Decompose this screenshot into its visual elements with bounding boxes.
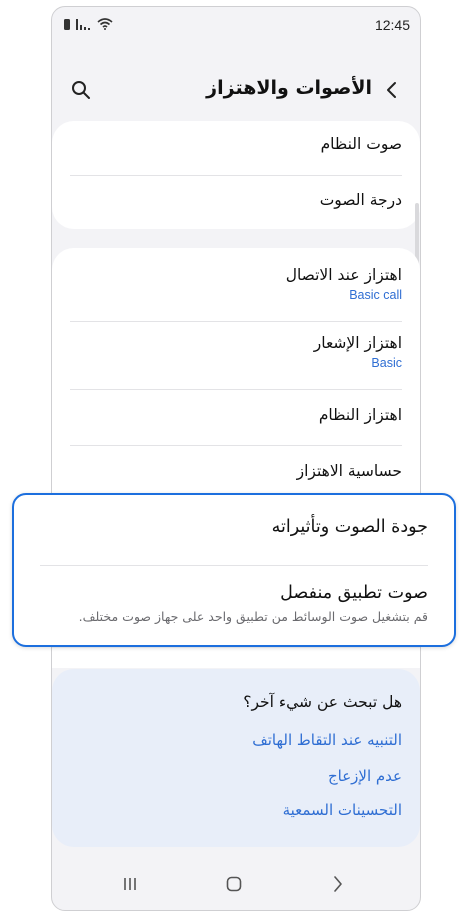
status-bar: 12:45 [52, 7, 420, 41]
link-pickup-alert[interactable]: التنبيه عند التقاط الهاتف [252, 731, 402, 749]
divider [70, 445, 402, 446]
divider [40, 565, 428, 566]
setting-call-vibration[interactable]: اهتزاز عند الاتصال Basic call [70, 266, 402, 302]
setting-title: حساسية الاهتزاز [296, 462, 402, 480]
looking-for-panel: هل تبحث عن شيء آخر؟ التنبيه عند التقاط ا… [52, 669, 420, 847]
setting-value: Basic call [349, 288, 402, 302]
setting-title: اهتزاز عند الاتصال [285, 266, 402, 284]
app-header: الأصوات والاهتزاز [52, 69, 420, 115]
back-chevron-icon[interactable] [382, 80, 402, 100]
card-continuation [52, 648, 420, 668]
setting-title: صوت تطبيق منفصل [280, 583, 428, 603]
back-icon[interactable] [330, 875, 346, 893]
home-icon[interactable] [226, 876, 242, 892]
setting-title: درجة الصوت [319, 191, 402, 209]
recent-apps-icon[interactable] [122, 876, 138, 892]
status-time: 12:45 [374, 17, 410, 33]
divider [70, 175, 402, 176]
setting-system-sound[interactable]: صوت النظام [70, 135, 402, 153]
setting-value: Basic [371, 356, 402, 370]
setting-sound-quality-effects[interactable]: جودة الصوت وتأثيراته [40, 517, 428, 537]
settings-group-sound: صوت النظام درجة الصوت [52, 121, 420, 229]
highlighted-settings-box: جودة الصوت وتأثيراته صوت تطبيق منفصل قم … [12, 493, 456, 647]
setting-title: اهتزاز الإشعار [313, 334, 402, 352]
link-hearing-enhancements[interactable]: التحسينات السمعية [283, 801, 402, 819]
looking-for-question: هل تبحث عن شيء آخر؟ [243, 693, 402, 711]
status-icons [64, 18, 113, 30]
divider [70, 389, 402, 390]
setting-notification-vibration[interactable]: اهتزاز الإشعار Basic [70, 334, 402, 370]
setting-vibration-intensity[interactable]: حساسية الاهتزاز [70, 462, 402, 480]
link-do-not-disturb[interactable]: عدم الإزعاج [328, 767, 402, 785]
settings-group-vibration: اهتزاز عند الاتصال Basic call اهتزاز الإ… [52, 248, 420, 500]
setting-title: صوت النظام [320, 135, 402, 153]
setting-title: جودة الصوت وتأثيراته [271, 517, 428, 537]
setting-volume[interactable]: درجة الصوت [70, 191, 402, 209]
search-icon[interactable] [70, 79, 92, 101]
setting-system-vibration[interactable]: اهتزاز النظام [70, 406, 402, 424]
phone-screen: 12:45 الأصوات والاهتزاز صوت النظام درجة … [51, 6, 421, 911]
page-title: الأصوات والاهتزاز [206, 77, 372, 99]
setting-description: قم بتشغيل صوت الوسائط من تطبيق واحد على … [78, 609, 428, 624]
signal-icon [76, 18, 90, 30]
setting-separate-app-sound[interactable]: صوت تطبيق منفصل قم بتشغيل صوت الوسائط من… [40, 583, 428, 624]
divider [70, 321, 402, 322]
setting-title: اهتزاز النظام [318, 406, 402, 424]
navigation-bar [52, 860, 420, 910]
battery-icon [64, 18, 70, 30]
wifi-icon [97, 18, 113, 30]
